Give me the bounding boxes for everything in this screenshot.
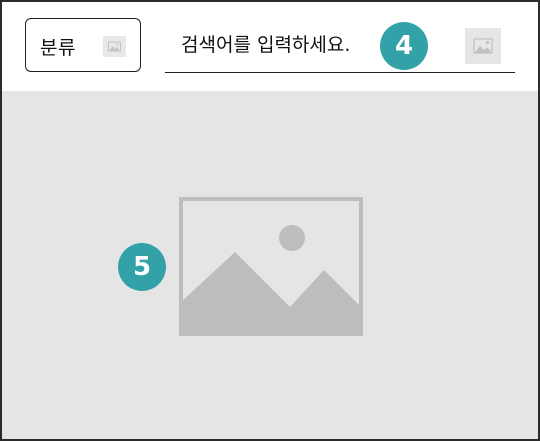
category-dropdown[interactable]: 분류 xyxy=(25,18,141,72)
annotation-marker-4: 4 xyxy=(380,22,428,70)
search-input[interactable] xyxy=(165,18,515,73)
category-image-placeholder-icon xyxy=(103,36,126,57)
category-label: 분류 xyxy=(40,37,76,59)
search-image-placeholder-icon[interactable] xyxy=(465,28,501,64)
search-field xyxy=(165,18,517,75)
top-bar: 분류 4 xyxy=(2,2,538,91)
content-area: 5 xyxy=(2,91,538,439)
image-placeholder-icon xyxy=(179,197,363,336)
app-frame: 분류 4 5 xyxy=(0,0,540,441)
annotation-marker-5: 5 xyxy=(118,243,166,291)
